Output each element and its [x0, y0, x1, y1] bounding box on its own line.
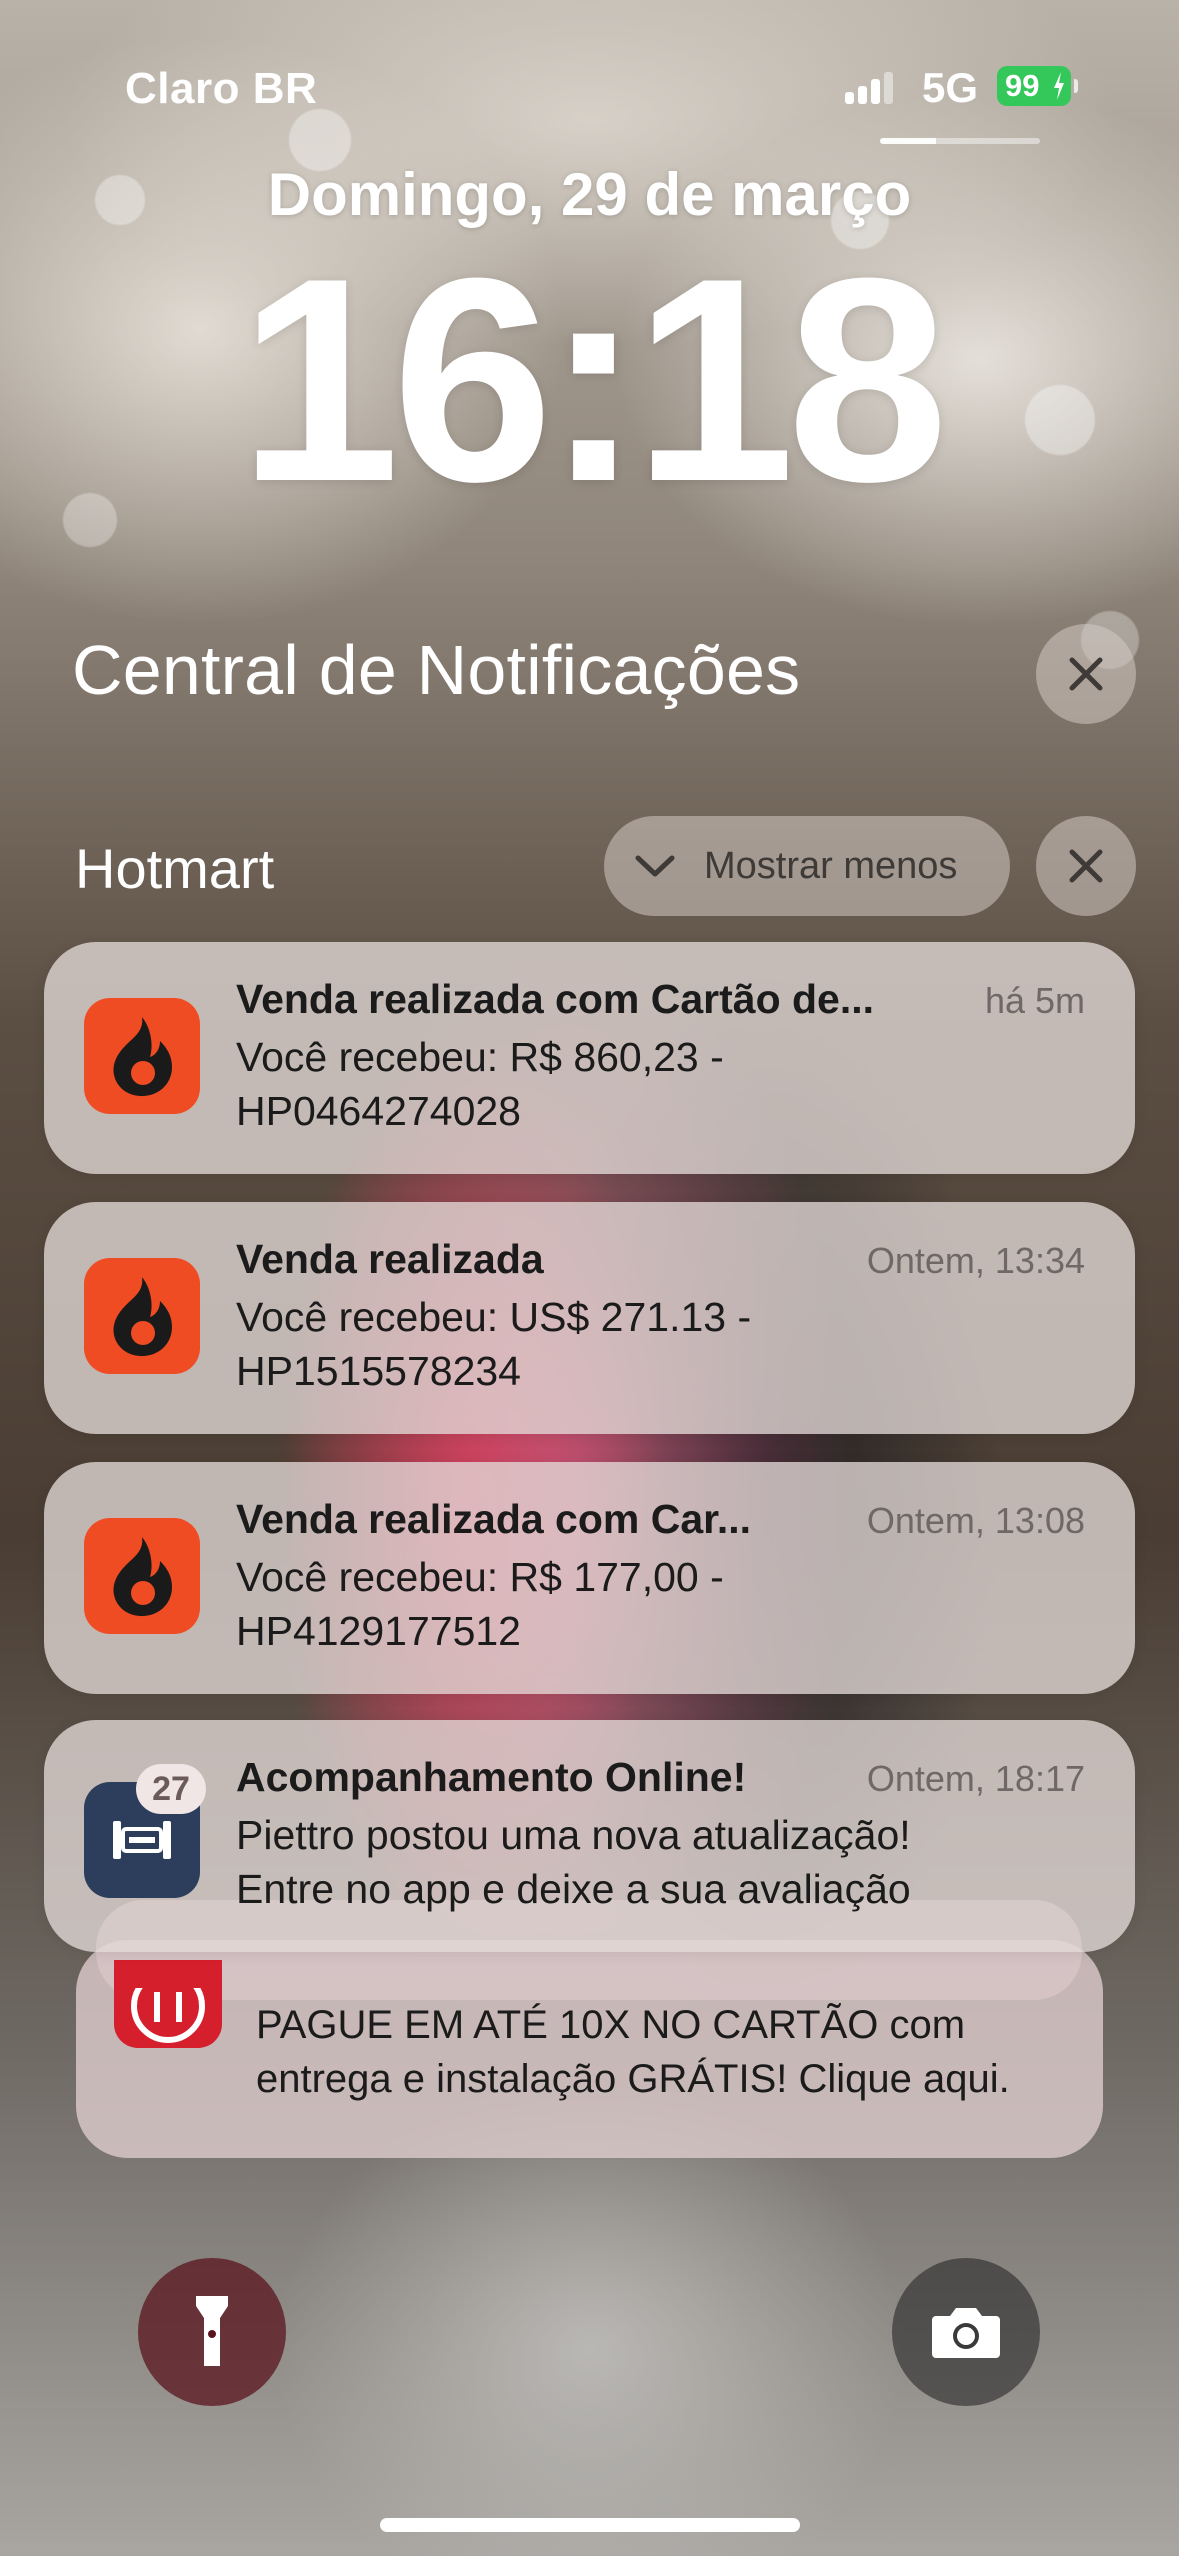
show-less-label: Mostrar menos: [704, 844, 958, 887]
charging-bolt-icon: [1054, 72, 1064, 100]
hotmart-flame-icon: [84, 1518, 200, 1634]
notification-body-line: PAGUE EM ATÉ 10X NO CARTÃO com: [256, 2003, 966, 2047]
battery-indicator: 99: [997, 66, 1078, 106]
notification-center-title: Central de Notificações: [72, 631, 801, 709]
notification-title: Venda realizada com Car...: [236, 1496, 752, 1542]
flashlight-icon: [196, 2296, 228, 2366]
notification-body-line: HP1515578234: [236, 1348, 521, 1394]
notification-body: Você recebeu: R$ 177,00 - HP4129177512: [236, 1550, 1096, 1658]
notification-card[interactable]: Venda realizada Ontem, 13:34 Você recebe…: [44, 1202, 1135, 1434]
focus-progress-indicator: [880, 138, 1040, 144]
camera-icon: [932, 2308, 1000, 2358]
notification-title: Venda realizada: [236, 1236, 544, 1282]
notification-card[interactable]: Venda realizada com Cartão de... há 5m V…: [44, 942, 1135, 1174]
notification-time: Ontem, 13:08: [866, 1500, 1085, 1541]
notification-body-line: HP4129177512: [236, 1608, 521, 1654]
notification-title: Acompanhamento Online!: [236, 1754, 747, 1800]
notification-body-line: Você recebeu: R$ 860,23 -: [236, 1034, 724, 1080]
home-indicator[interactable]: [380, 2518, 800, 2532]
close-icon: [1069, 657, 1103, 691]
notification-group-name: Hotmart: [75, 837, 275, 900]
notification-body: Você recebeu: US$ 271.13 - HP1515578234: [236, 1290, 1096, 1398]
notification-body: Você recebeu: R$ 860,23 - HP0464274028: [236, 1030, 1096, 1138]
store-app-icon: [114, 1960, 222, 2048]
camera-button[interactable]: [892, 2258, 1040, 2406]
clear-group-button[interactable]: [1036, 816, 1136, 916]
carrier-label: Claro BR: [125, 64, 318, 113]
chevron-down-icon: [635, 855, 675, 877]
stacked-notification-card[interactable]: PAGUE EM ATÉ 10X NO CARTÃO com entrega e…: [76, 1940, 1103, 2158]
hotmart-flame-icon: [84, 1258, 200, 1374]
lock-screen-clock: 16:18: [238, 218, 949, 542]
notification-time: Ontem, 13:34: [866, 1240, 1085, 1281]
show-less-button[interactable]: Mostrar menos: [604, 816, 1010, 916]
notification-card[interactable]: Venda realizada com Car... Ontem, 13:08 …: [44, 1462, 1135, 1694]
notification-body-line: Piettro postou uma nova atualização!: [236, 1812, 911, 1858]
notification-body-line: Você recebeu: US$ 271.13 -: [236, 1294, 752, 1340]
notification-time: Ontem, 18:17: [866, 1758, 1085, 1799]
notification-body-line: entrega e instalação GRÁTIS! Clique aqui…: [256, 2057, 1010, 2101]
close-icon: [1069, 849, 1103, 883]
notification-body-line: Você recebeu: R$ 177,00 -: [236, 1554, 724, 1600]
network-type-label: 5G: [922, 64, 979, 111]
notification-body: Piettro postou uma nova atualização! Ent…: [236, 1808, 1096, 1916]
hotmart-flame-icon: [84, 998, 200, 1114]
notification-time: há 5m: [984, 980, 1085, 1021]
flashlight-button[interactable]: [138, 2258, 286, 2406]
status-bar: Claro BR 5G 99: [0, 0, 1179, 150]
notification-body-line: Entre no app e deixe a sua avaliação: [236, 1866, 911, 1912]
cellular-signal-icon: [845, 70, 893, 104]
notification-body: PAGUE EM ATÉ 10X NO CARTÃO com entrega e…: [256, 1998, 1076, 2106]
notification-title: Venda realizada com Cartão de...: [236, 976, 875, 1022]
app-badge-count: 27: [136, 1764, 206, 1814]
notification-card[interactable]: 27 Acompanhamento Online! Ontem, 18:17 P…: [44, 1720, 1135, 1952]
clear-all-notifications-button[interactable]: [1036, 624, 1136, 724]
notification-body-line: HP0464274028: [236, 1088, 521, 1134]
battery-percentage: 99: [1005, 68, 1040, 103]
